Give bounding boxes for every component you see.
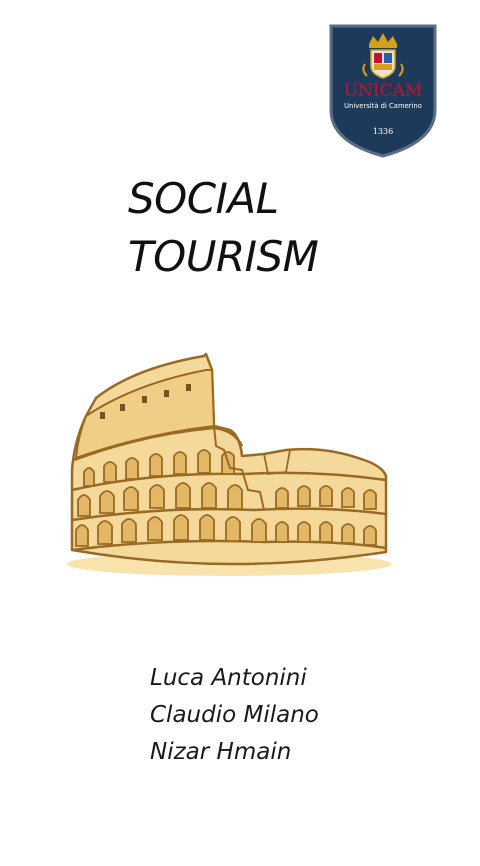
- logo-name: UNICAM: [344, 81, 423, 101]
- authors-list: Luca Antonini Claudio Milano Nizar Hmain: [150, 660, 410, 771]
- title-line-1: SOCIAL: [128, 174, 279, 223]
- unicam-shield-icon: UNICAM Università di Camerino 1336: [329, 24, 437, 158]
- page-title: SOCIAL TOURISM: [128, 170, 368, 286]
- colosseum-icon: [67, 352, 391, 576]
- logo-subtitle: Università di Camerino: [344, 102, 422, 110]
- logo-year: 1336: [373, 127, 393, 136]
- author-name: Luca Antonini: [150, 665, 307, 691]
- author-name: Nizar Hmain: [150, 739, 292, 765]
- unicam-logo: UNICAM Università di Camerino 1336: [329, 24, 437, 158]
- author-name: Claudio Milano: [150, 702, 319, 728]
- colosseum-illustration: [64, 350, 394, 582]
- title-line-2: TOURISM: [128, 232, 319, 281]
